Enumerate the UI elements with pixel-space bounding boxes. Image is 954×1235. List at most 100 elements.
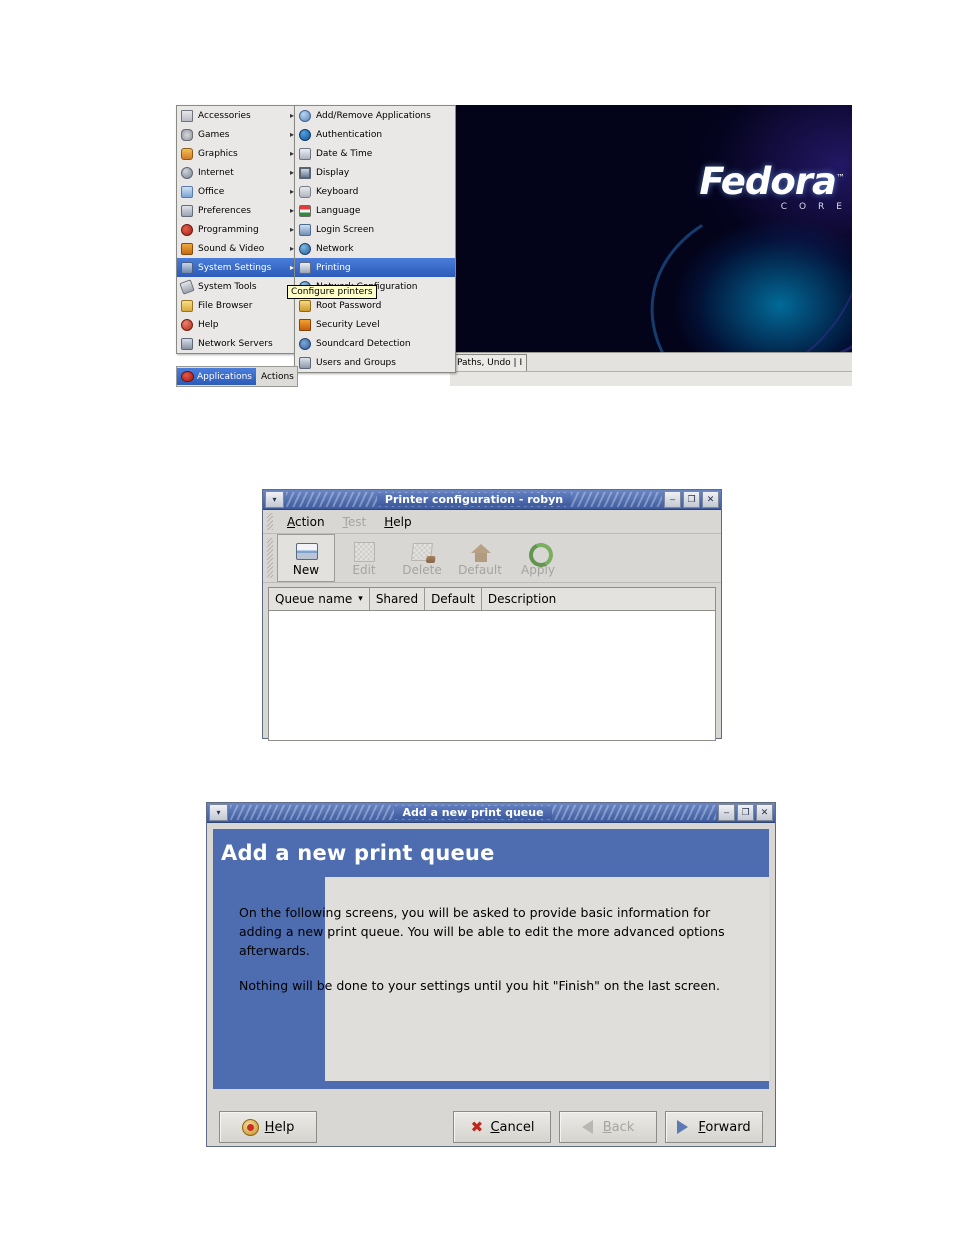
help-button-label: Help xyxy=(264,1119,295,1135)
maximize-icon[interactable]: ❐ xyxy=(683,491,700,508)
column-header-description[interactable]: Description xyxy=(482,588,715,610)
menu-item-label: Accessories xyxy=(198,110,251,121)
submenu-item-users-and-groups[interactable]: Users and Groups xyxy=(295,353,455,372)
back-button: Back xyxy=(559,1111,657,1143)
submenu-item-keyboard[interactable]: Keyboard xyxy=(295,182,455,201)
help-button[interactable]: Help xyxy=(219,1111,317,1143)
applications-menu[interactable]: Accessories ▸ Games ▸ Graphics ▸ Interne… xyxy=(176,105,298,354)
fedora-logo: Fedora™ CORE xyxy=(699,160,845,212)
default-button: Default xyxy=(451,534,509,582)
tooltip-configure-printers: Configure printers xyxy=(287,285,377,299)
menu-item-preferences[interactable]: Preferences ▸ xyxy=(177,201,297,220)
display-icon xyxy=(298,166,312,180)
system-settings-submenu[interactable]: Add/Remove Applications Authentication D… xyxy=(294,105,456,373)
menu-bar[interactable]: Action Test Help xyxy=(263,510,721,534)
menu-item-accessories[interactable]: Accessories ▸ xyxy=(177,106,297,125)
close-icon[interactable]: ✕ xyxy=(756,804,773,821)
submenu-item-label: Soundcard Detection xyxy=(316,338,411,349)
network-servers-icon xyxy=(180,337,194,351)
preferences-icon xyxy=(180,204,194,218)
window-titlebar[interactable]: ▾ Printer configuration - robyn ‒ ❐ ✕ xyxy=(263,490,721,510)
new-button[interactable]: New xyxy=(277,534,335,582)
cancel-button[interactable]: ✖ Cancel xyxy=(453,1111,551,1143)
background-window-strip: Paths, Undo | I xyxy=(450,352,852,373)
actions-menu-button[interactable]: Actions xyxy=(256,372,299,382)
fedora-wordmark-text: Fedora xyxy=(699,160,837,203)
submenu-item-date-time[interactable]: Date & Time xyxy=(295,144,455,163)
submenu-item-security-level[interactable]: Security Level xyxy=(295,315,455,334)
minimize-icon[interactable]: ‒ xyxy=(718,804,735,821)
column-header-queue-name[interactable]: Queue name ▾ xyxy=(269,588,370,610)
office-icon xyxy=(180,185,194,199)
menu-item-office[interactable]: Office ▸ xyxy=(177,182,297,201)
menu-item-network-servers[interactable]: Network Servers xyxy=(177,334,297,353)
column-header-shared[interactable]: Shared xyxy=(370,588,426,610)
submenu-item-network[interactable]: Network xyxy=(295,239,455,258)
window-controls[interactable]: ‒ ❐ ✕ xyxy=(718,804,773,821)
submenu-item-label: Root Password xyxy=(316,300,382,311)
submenu-item-label: Language xyxy=(316,205,361,216)
menu-item-sound-video[interactable]: Sound & Video ▸ xyxy=(177,239,297,258)
gnome-desktop-screenshot: Fedora™ CORE Paths, Undo | I Accessories… xyxy=(176,105,852,387)
games-icon xyxy=(180,128,194,142)
printer-queue-list[interactable]: Queue name ▾ Shared Default Description xyxy=(268,587,716,741)
add-print-queue-dialog[interactable]: ▾ Add a new print queue ‒ ❐ ✕ Add a new … xyxy=(206,802,776,1147)
security-level-icon xyxy=(298,318,312,332)
login-screen-icon xyxy=(298,223,312,237)
authentication-icon xyxy=(298,128,312,142)
menu-item-graphics[interactable]: Graphics ▸ xyxy=(177,144,297,163)
column-header-queue-name-label: Queue name xyxy=(275,592,353,606)
gnome-panel[interactable]: Applications Actions xyxy=(176,366,298,387)
dialog-titlebar[interactable]: ▾ Add a new print queue ‒ ❐ ✕ xyxy=(207,803,775,823)
red-hat-icon xyxy=(181,371,194,382)
menu-action-rest: ction xyxy=(295,514,325,529)
maximize-icon[interactable]: ❐ xyxy=(737,804,754,821)
dialog-button-bar[interactable]: Help ✖ Cancel Back Forward xyxy=(207,1095,775,1159)
minimize-icon[interactable]: ‒ xyxy=(664,491,681,508)
desktop-wallpaper: Fedora™ CORE xyxy=(450,105,852,352)
list-header-row[interactable]: Queue name ▾ Shared Default Description xyxy=(269,588,715,611)
window-controls[interactable]: ‒ ❐ ✕ xyxy=(664,491,719,508)
default-button-label: Default xyxy=(458,562,502,577)
forward-button[interactable]: Forward xyxy=(665,1111,763,1143)
applications-menu-button[interactable]: Applications xyxy=(177,368,256,385)
toolbar-grip-handle[interactable] xyxy=(267,538,273,578)
submenu-item-label: Date & Time xyxy=(316,148,373,159)
new-printer-icon xyxy=(294,540,318,562)
submenu-item-authentication[interactable]: Authentication xyxy=(295,125,455,144)
submenu-item-display[interactable]: Display xyxy=(295,163,455,182)
submenu-item-soundcard-detection[interactable]: Soundcard Detection xyxy=(295,334,455,353)
menu-item-file-browser[interactable]: File Browser xyxy=(177,296,297,315)
menu-item-internet[interactable]: Internet ▸ xyxy=(177,163,297,182)
submenu-item-language[interactable]: Language xyxy=(295,201,455,220)
submenu-item-add-remove-applications[interactable]: Add/Remove Applications xyxy=(295,106,455,125)
menubar-grip-handle[interactable] xyxy=(267,513,273,530)
toolbar[interactable]: New Edit Delete Default Apply xyxy=(263,534,721,583)
printer-configuration-window[interactable]: ▾ Printer configuration - robyn ‒ ❐ ✕ Ac… xyxy=(262,489,722,741)
column-header-default[interactable]: Default xyxy=(425,588,482,610)
soundcard-detection-icon xyxy=(298,337,312,351)
close-icon[interactable]: ✕ xyxy=(702,491,719,508)
menu-item-label: Help xyxy=(198,319,219,330)
menu-item-programming[interactable]: Programming ▸ xyxy=(177,220,297,239)
window-title: Printer configuration - robyn xyxy=(376,493,572,506)
window-menu-icon[interactable]: ▾ xyxy=(265,491,284,508)
submenu-item-login-screen[interactable]: Login Screen xyxy=(295,220,455,239)
default-home-icon xyxy=(468,540,492,562)
menu-item-help[interactable]: Help xyxy=(177,315,297,334)
menu-item-games[interactable]: Games ▸ xyxy=(177,125,297,144)
fedora-core-subtitle: CORE xyxy=(780,202,852,212)
menu-action[interactable]: Action xyxy=(278,515,334,529)
submenu-item-printing[interactable]: Printing xyxy=(295,258,455,277)
menu-item-system-tools[interactable]: System Tools ▸ xyxy=(177,277,297,296)
bottom-panel-strip xyxy=(450,371,852,386)
menu-help[interactable]: Help xyxy=(375,515,420,529)
submenu-item-label: Keyboard xyxy=(316,186,359,197)
submenu-item-label: Security Level xyxy=(316,319,380,330)
forward-arrow-icon xyxy=(677,1120,692,1135)
dialog-instructions: On the following screens, you will be as… xyxy=(239,903,751,1011)
menu-item-system-settings[interactable]: System Settings ▸ xyxy=(177,258,297,277)
apply-button: Apply xyxy=(509,534,567,582)
window-menu-icon[interactable]: ▾ xyxy=(209,804,228,821)
delete-button: Delete xyxy=(393,534,451,582)
